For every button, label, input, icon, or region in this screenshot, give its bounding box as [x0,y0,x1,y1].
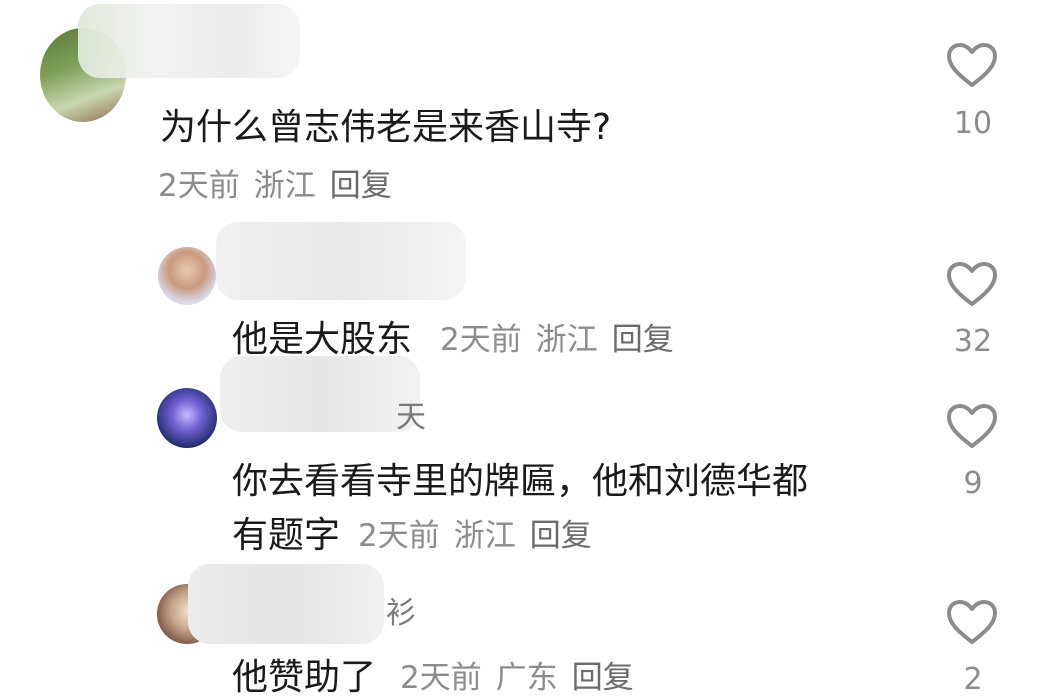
comment-location: 浙江 [535,322,598,358]
reply-button[interactable]: 回复 [572,660,634,696]
heart-outline-icon[interactable] [946,599,998,645]
username-blurred [188,564,384,644]
comment-location: 浙江 [253,168,316,204]
like-count: 2 [963,662,983,697]
comment-time: 2天前 [358,518,440,554]
heart-outline-icon[interactable] [946,261,998,307]
username-blurred [216,222,466,300]
like-count: 9 [963,466,983,501]
comment-time: 2天前 [400,660,482,696]
comment-text: 为什么曾志伟老是来香山寺? [160,107,612,148]
comment-location: 广东 [495,660,558,696]
comment-time: 2天前 [158,168,240,204]
comment-text: 他是大股东 [232,319,413,360]
heart-outline-icon[interactable] [946,403,998,449]
comment-meta: 2天前 浙江 回复 [440,314,688,359]
like-count: 32 [953,324,993,359]
heart-outline-icon[interactable] [946,42,998,88]
comment-meta: 2天前 浙江 回复 [158,160,406,205]
username-visible-fragment: 天 [396,400,426,435]
username-blurred [220,356,420,432]
comment-text-line1: 你去看看寺里的牌匾，他和刘德华都 [232,461,809,502]
reply-button[interactable]: 回复 [612,322,674,358]
reply-button[interactable]: 回复 [530,518,592,554]
username-blurred [78,4,300,78]
avatar[interactable] [158,247,216,305]
comment-time: 2天前 [440,322,522,358]
comment-text: 他赞助了 [232,657,377,698]
comment-location: 浙江 [453,518,516,554]
comment-text-line2: 有题字 [232,515,341,556]
avatar[interactable] [157,388,217,448]
reply-button[interactable]: 回复 [330,168,392,204]
comment-meta: 2天前 广东 回复 [400,652,648,697]
like-count: 10 [953,106,993,141]
comment-meta: 2天前 浙江 回复 [358,510,606,555]
username-visible-fragment: 衫 [386,596,416,631]
